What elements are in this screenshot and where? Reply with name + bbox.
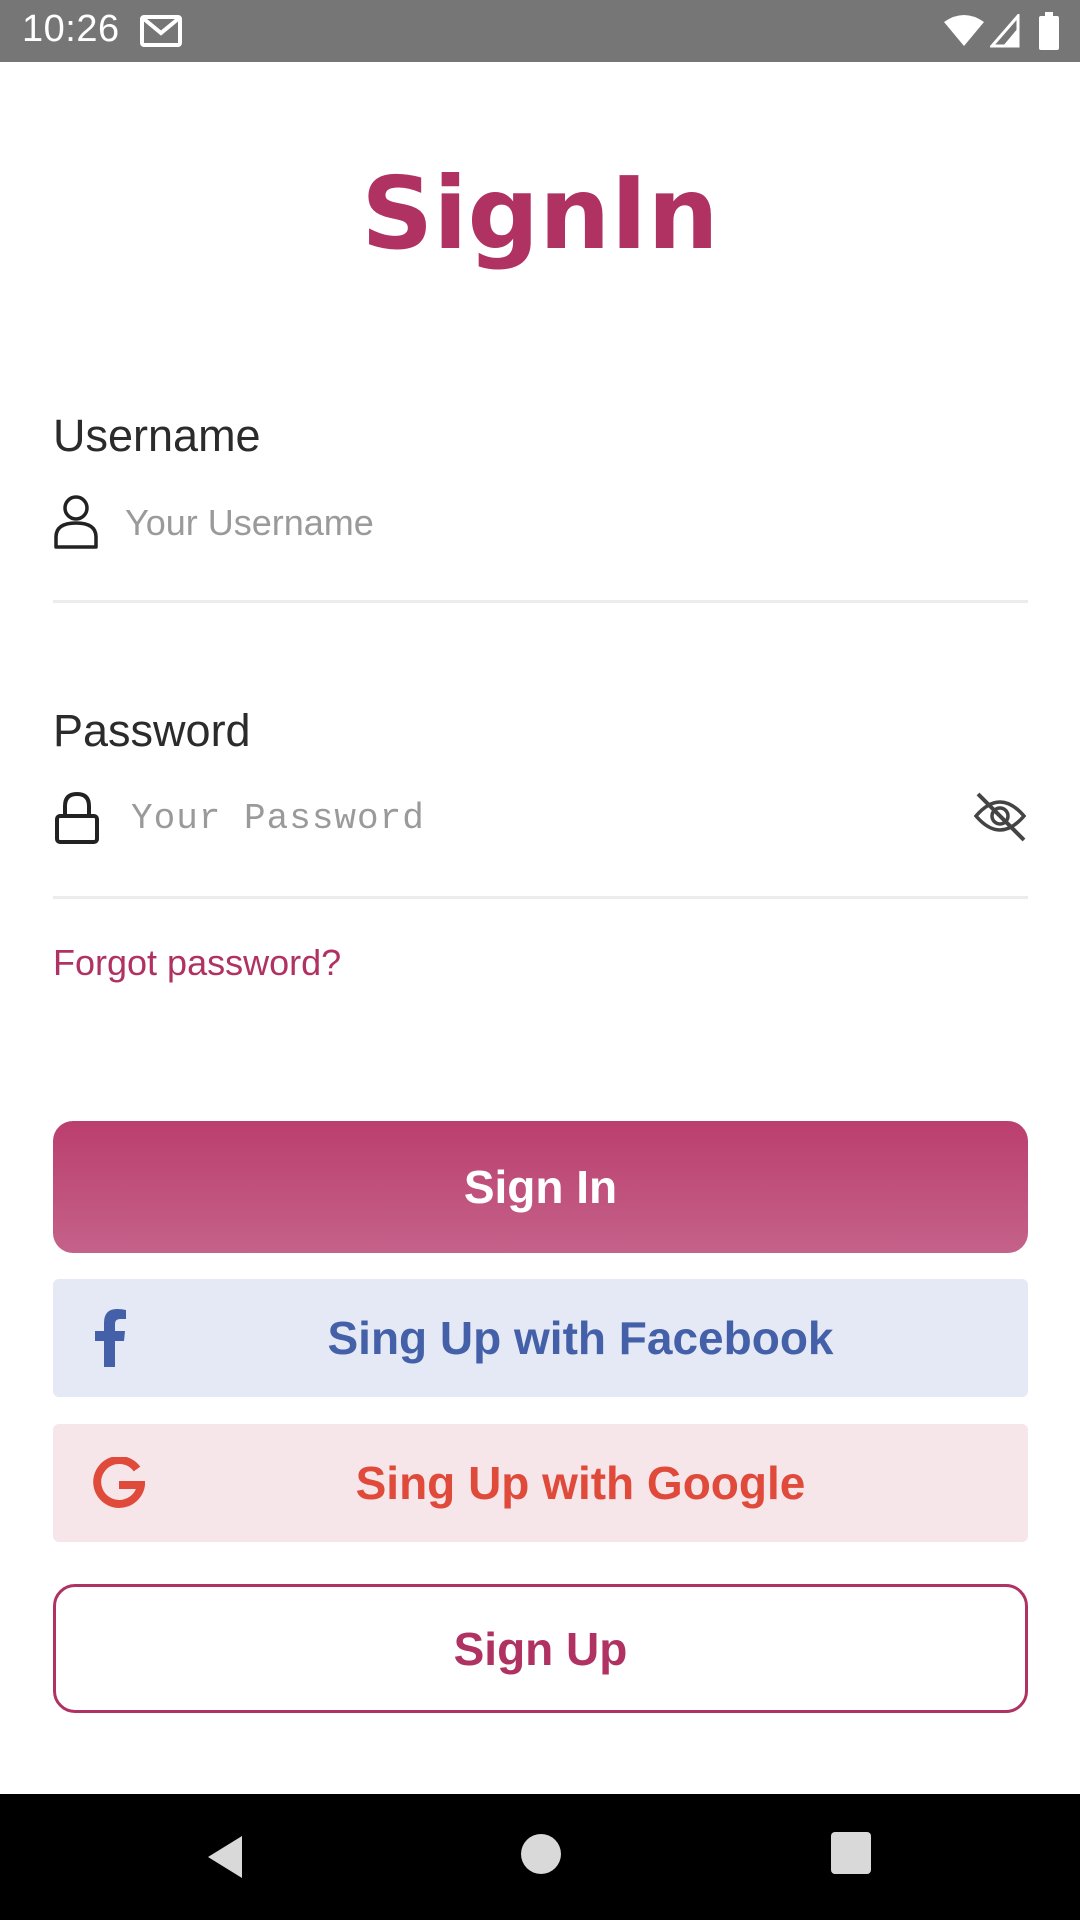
password-divider (53, 896, 1028, 899)
username-divider (53, 600, 1028, 603)
status-bar: 10:26 (0, 0, 1080, 62)
password-field[interactable] (53, 770, 1028, 870)
battery-icon (1039, 12, 1059, 50)
username-field[interactable] (53, 475, 1028, 575)
wifi-icon (944, 15, 984, 46)
password-label: Password (53, 705, 251, 756)
gmail-icon (140, 15, 182, 47)
home-icon[interactable] (521, 1834, 561, 1874)
google-icon (93, 1457, 145, 1508)
navigation-bar (0, 1794, 1080, 1920)
user-icon (54, 495, 98, 549)
password-input[interactable] (131, 788, 931, 848)
eye-off-icon[interactable] (972, 788, 1028, 844)
page-title: SignIn (361, 155, 719, 272)
cell-signal-icon (990, 14, 1020, 48)
username-input[interactable] (125, 493, 925, 553)
facebook-signup-label: Sing Up with Facebook (327, 1312, 834, 1364)
google-signup-button[interactable]: Sing Up with Google (53, 1424, 1028, 1542)
facebook-icon (95, 1309, 126, 1367)
lock-icon (55, 791, 99, 844)
username-label: Username (53, 410, 261, 461)
status-time: 10:26 (22, 8, 120, 50)
back-icon[interactable] (204, 1834, 246, 1880)
signin-screen: 10:26 SignIn Username Password (0, 0, 1080, 1920)
sign-up-button-label: Sign Up (453, 1622, 628, 1675)
forgot-password-link[interactable]: Forgot password? (53, 942, 341, 984)
facebook-signup-button[interactable]: Sing Up with Facebook (53, 1279, 1028, 1397)
recents-icon[interactable] (831, 1832, 871, 1874)
sign-in-button-label: Sign In (463, 1161, 618, 1213)
sign-up-button[interactable]: Sign Up (53, 1584, 1028, 1713)
google-signup-label: Sing Up with Google (355, 1457, 806, 1509)
sign-in-button[interactable]: Sign In (53, 1121, 1028, 1253)
